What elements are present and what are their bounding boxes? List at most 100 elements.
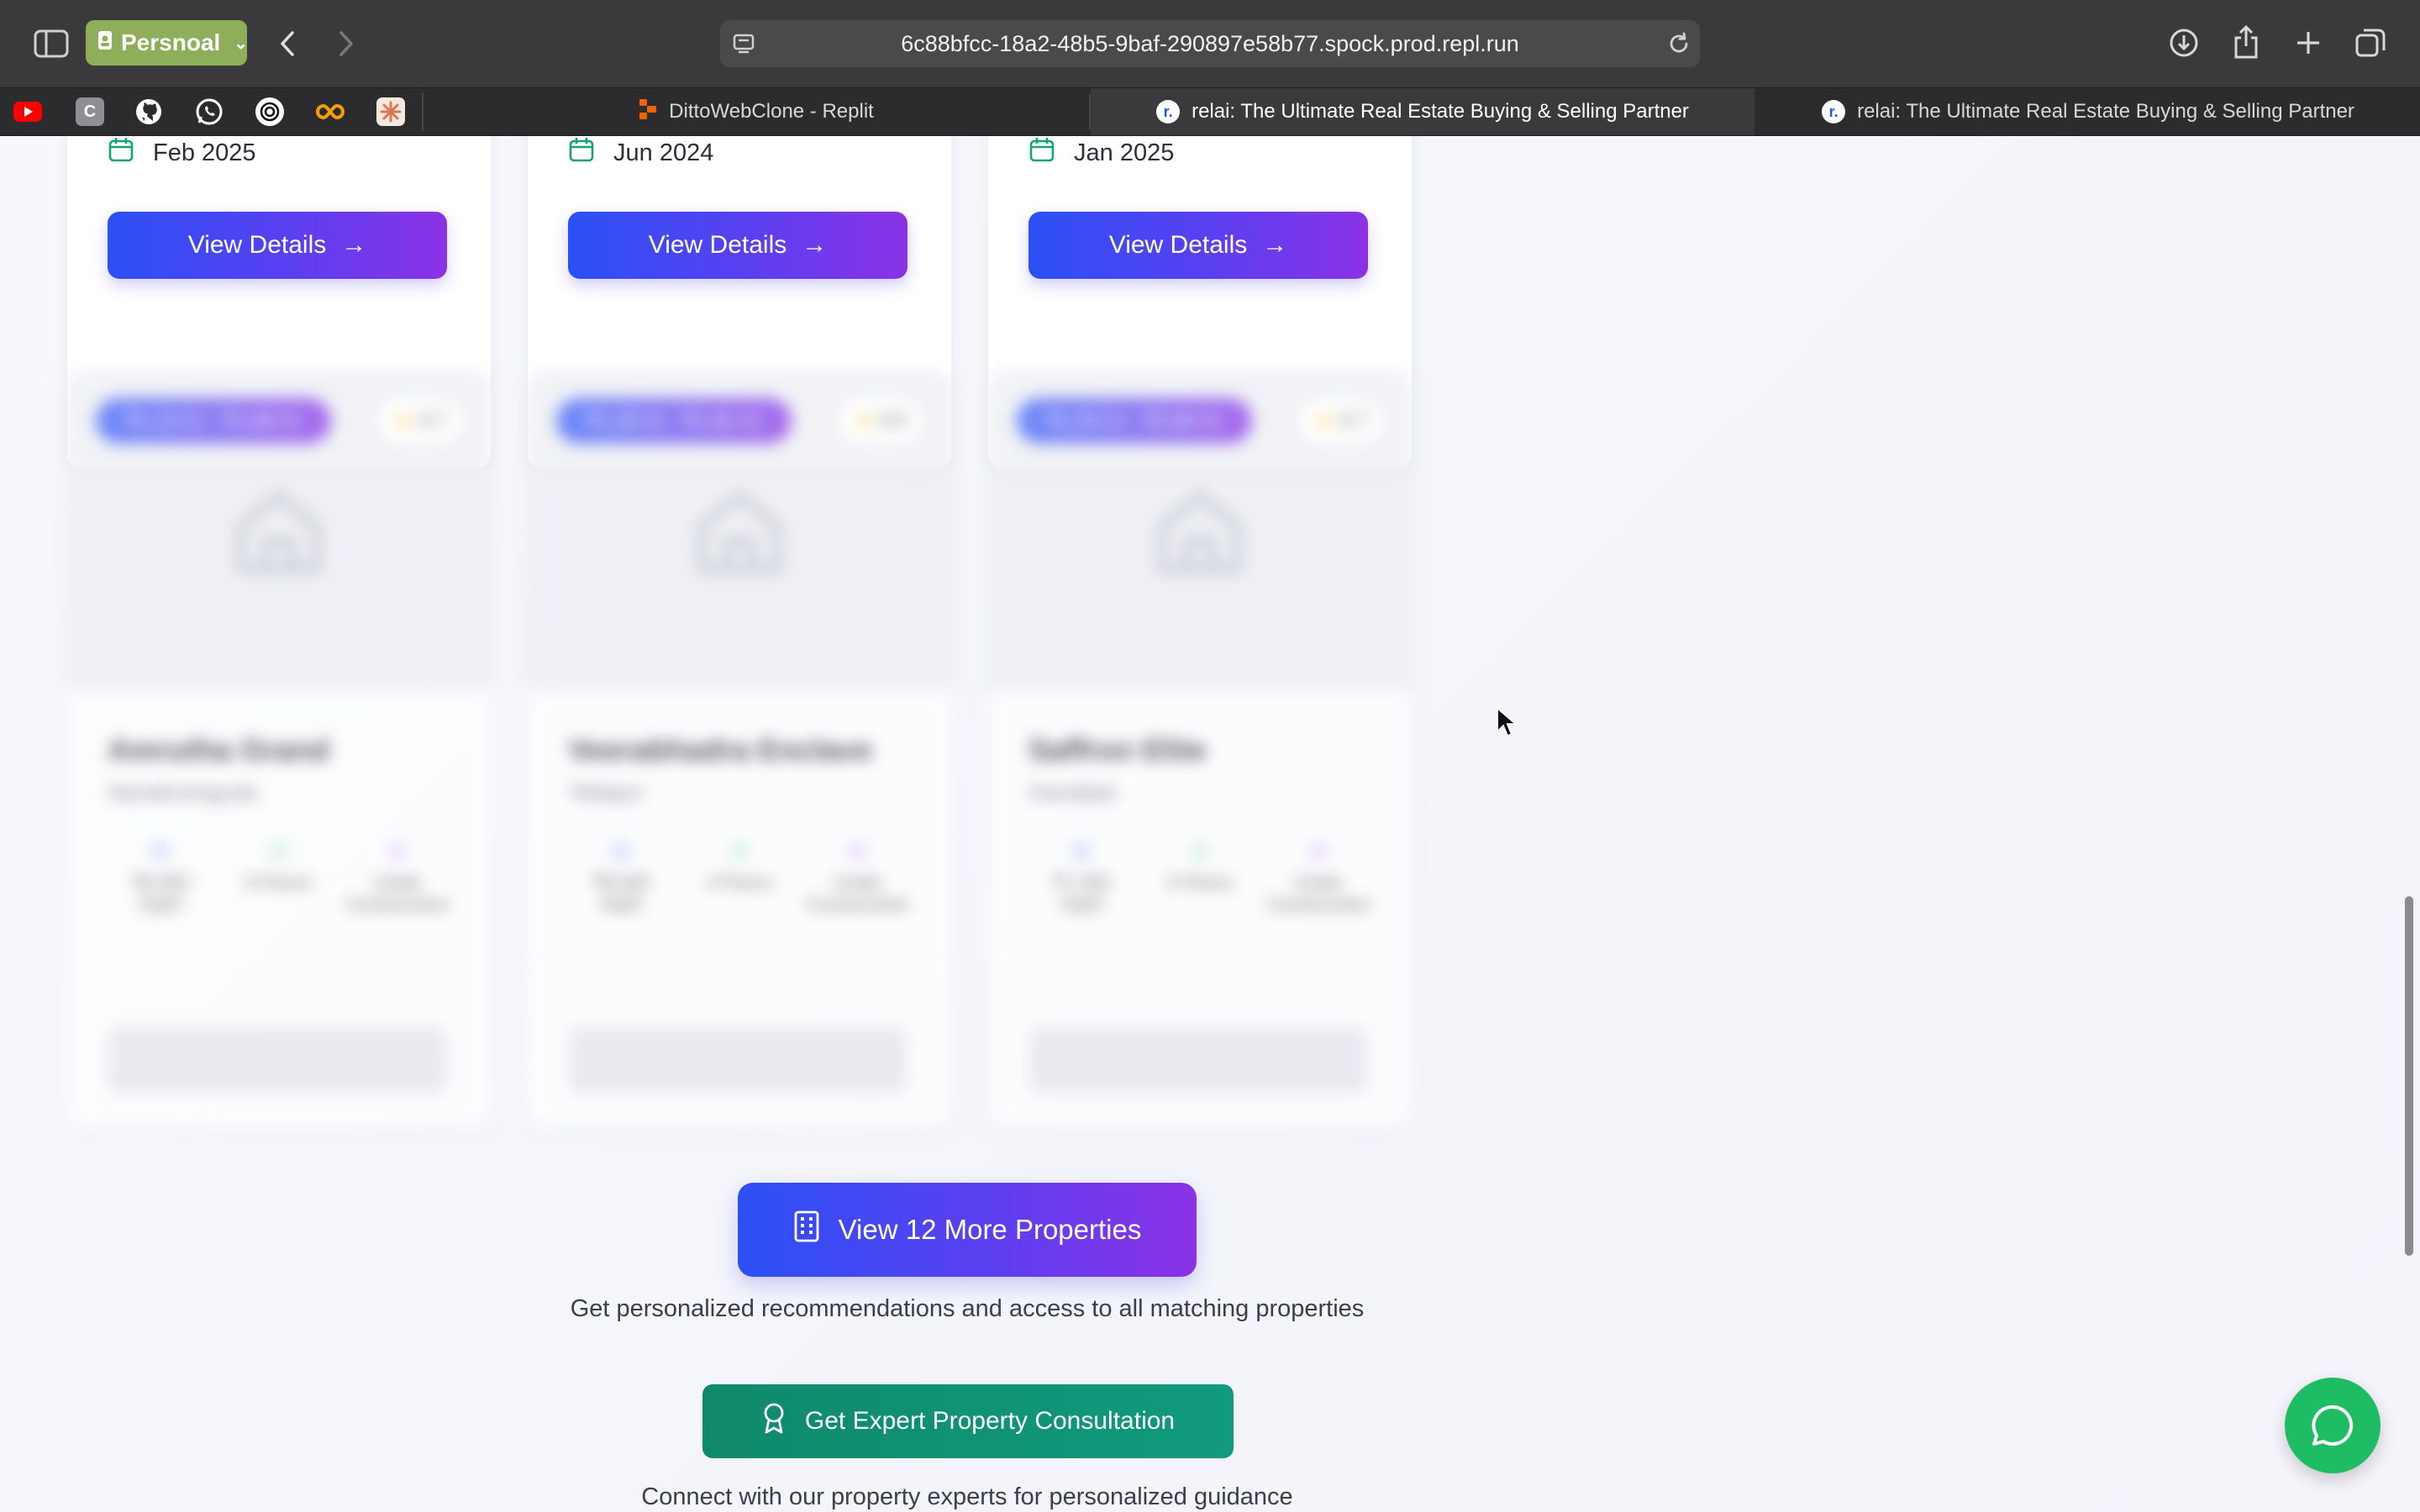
tab-relai-active[interactable]: r. relai: The Ultimate Real Estate Buyin… [1091,88,1754,135]
reload-icon[interactable] [1666,31,1691,62]
share-icon[interactable] [2227,22,2265,62]
tab-relai[interactable]: r. relai: The Ultimate Real Estate Buyin… [1756,88,2420,135]
profile-label: Persnoal [121,29,221,55]
price-badge: ₹1.26 Cr - ₹1.81 Cr [556,398,792,444]
star-icon: ★ [855,409,874,433]
github-icon[interactable] [134,97,163,126]
claude-icon[interactable] [376,97,405,126]
infinity-icon[interactable] [316,97,345,126]
relai-favicon-icon: r. [1822,100,1846,123]
view-more-label: View 12 More Properties [838,1214,1142,1245]
rating-value: 4.7 [418,409,446,432]
calendar-icon [1028,136,1055,170]
star-icon: ★ [394,409,413,433]
house-icon [1158,491,1242,573]
property-name: Veerabhadra Enclave [568,732,873,767]
view-more-subtext: Get personalized recommendations and acc… [570,1295,1365,1322]
arrow-right-icon: → [802,231,828,259]
youtube-icon[interactable] [13,97,42,126]
view-details-label: View Details [1108,231,1248,259]
chevron-down-icon: ⌄ [234,34,249,53]
price-badge: ₹1.13 Cr - ₹1.69 Cr [96,398,331,444]
tab-title: relai: The Ultimate Real Estate Buying &… [1857,100,2354,123]
view-details-button[interactable]: View Details → [568,212,908,279]
profile-badge-icon [97,29,113,56]
address-bar[interactable]: 6c88bfcc-18a2-48b5-9baf-290897e58b77.spo… [720,20,1700,67]
rating-badge: ★ 4.7 [378,398,462,444]
stat-item: Under Construction [345,842,450,916]
rating-badge: ★ 4.7 [1299,398,1383,444]
site-settings-icon[interactable] [732,32,755,61]
consultation-subtext: Connect with our property experts for pe… [641,1483,1293,1510]
chat-button[interactable] [2285,1378,2381,1473]
sidebar-toggle-icon[interactable] [32,27,71,60]
tab-title: DittoWebClone - Replit [669,100,874,123]
chat-bubble-icon [2312,1404,2354,1446]
property-name: Saffron Elite [1028,732,1207,767]
profile-switcher[interactable]: Persnoal ⌄ [86,20,249,66]
stat-item: Under Construction [805,842,911,916]
forward-icon[interactable] [328,25,365,62]
calendar-icon [108,136,134,170]
stat-item: ₹8,000 /SqFt [568,842,674,916]
property-stats: ₹8,450 /SqFt 6 Floors Under Construction [108,842,450,916]
stat-item: 4 Floors [687,842,792,916]
property-name: Amrutha Grand [108,732,330,767]
property-location: Nanakramguda [108,780,257,805]
stat-item: Under Construction [1265,842,1371,916]
view-details-label: View Details [648,231,787,259]
stat-item: 5 Floors [1147,842,1253,916]
tab-title: relai: The Ultimate Real Estate Buying &… [1192,100,1689,123]
locked-property-card: ₹1.26 Cr - ₹1.81 Cr ★ 4.5 Veerabhadra Enc… [528,371,951,1127]
calendar-icon [568,136,595,170]
property-location: Tellapur [568,780,645,805]
view-details-button[interactable]: View Details → [1028,212,1368,279]
rating-badge: ★ 4.5 [839,398,923,444]
tab-dittowebclone[interactable]: DittoWebClone - Replit [424,88,1089,135]
house-icon [237,491,321,573]
arrow-right-icon: → [341,231,367,259]
locked-property-card: ₹1.13 Cr - ₹1.69 Cr ★ 4.7 Amrutha Grand N… [67,371,491,1127]
tab-overview-icon[interactable] [2351,24,2390,62]
stat-item: ₹7,400 /SqFt [1028,842,1134,916]
new-tab-icon[interactable] [2289,24,2328,62]
replit-icon [639,98,657,126]
downloads-icon[interactable] [2165,24,2203,62]
possession-date-text: Jun 2024 [613,139,714,166]
expert-consultation-button[interactable]: Get Expert Property Consultation [702,1384,1234,1458]
property-stats: ₹8,000 /SqFt 4 Floors Under Construction [568,842,911,916]
building-icon [793,1210,820,1249]
c-app-icon[interactable]: C [76,97,104,126]
property-location: Gandipet [1028,780,1118,805]
view-details-button[interactable]: View Details → [108,212,447,279]
property-stats: ₹7,400 /SqFt 5 Floors Under Construction [1028,842,1371,916]
browser-toolbar: Persnoal ⌄ 6c88bfcc-18a2-48b5-9baf-29089… [0,0,2420,87]
view-details-label: View Details [187,231,327,259]
mouse-cursor-icon [1496,706,1518,743]
whatsapp-icon[interactable] [195,97,224,126]
rating-value: 4.5 [878,409,907,432]
locked-view-details-button [108,1026,447,1094]
bookmark-c-label: C [83,102,97,121]
possession-date: Jan 2025 [1028,136,1174,170]
possession-date: Jun 2024 [568,136,713,170]
star-icon: ★ [1315,409,1334,433]
award-icon [761,1402,786,1441]
url-text: 6c88bfcc-18a2-48b5-9baf-290897e58b77.spo… [901,30,1519,56]
openai-icon[interactable] [255,97,284,126]
view-more-properties-button[interactable]: View 12 More Properties [738,1183,1197,1277]
stat-item: ₹8,450 /SqFt [108,842,213,916]
arrow-right-icon: → [1262,231,1288,259]
locked-view-details-button [1028,1026,1368,1094]
rating-value: 4.7 [1339,409,1367,432]
consultation-label: Get Expert Property Consultation [804,1407,1176,1435]
page-scrollbar[interactable] [2405,896,2413,1256]
relai-favicon-icon: r. [1156,100,1181,123]
price-badge: ₹1.25 Cr - ₹2.60 Cr [1017,398,1252,444]
stat-item: 6 Floors [226,842,332,916]
locked-view-details-button [568,1026,908,1094]
possession-date-text: Jan 2025 [1074,139,1175,166]
possession-date-text: Feb 2025 [153,139,256,166]
page-content: Feb 2025 View Details → Jun 2024 View De… [0,136,2420,1512]
back-icon[interactable] [269,25,306,62]
